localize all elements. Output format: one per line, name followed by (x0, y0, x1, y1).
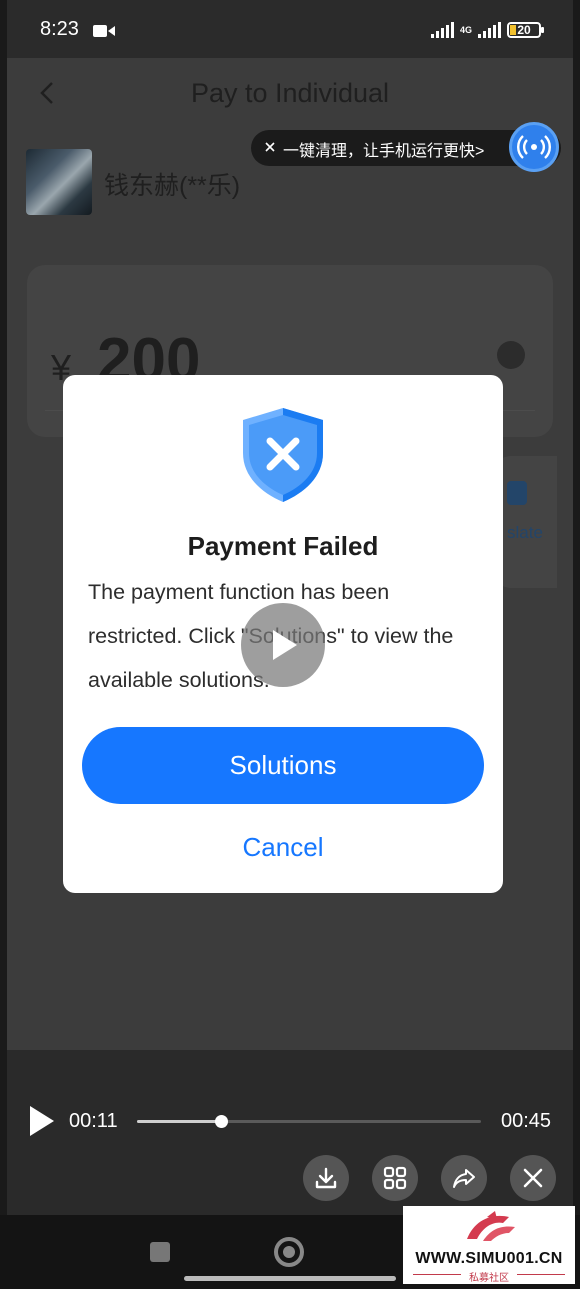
network-type: 4G (459, 24, 472, 35)
solutions-button[interactable]: Solutions (82, 727, 484, 804)
payee-name: 钱东赫(**乐) (104, 172, 241, 200)
total-time: 00:45 (501, 1110, 552, 1132)
video-play-button[interactable] (241, 603, 325, 687)
battery-level: 20 (517, 23, 531, 37)
cancel-button[interactable]: Cancel (63, 832, 503, 863)
video-camera-icon (93, 25, 115, 37)
grid-button[interactable] (372, 1155, 418, 1201)
shield-error-icon (243, 408, 323, 502)
cleaner-text: 一键清理，让手机运行更快> (283, 143, 485, 160)
watermark-text: WWW.SIMU001.CN (415, 1250, 563, 1267)
close-button[interactable] (510, 1155, 556, 1201)
progress-fill (137, 1120, 221, 1123)
download-icon (315, 1167, 337, 1189)
status-bar: 8:23 4G 20 (7, 0, 573, 58)
wifi-broadcast-icon (517, 135, 551, 159)
cleaner-wifi-button[interactable] (509, 122, 559, 172)
signal-icon (430, 22, 454, 38)
current-time: 00:11 (69, 1110, 118, 1132)
download-button[interactable] (303, 1155, 349, 1201)
grid-icon (383, 1166, 407, 1190)
status-icons: 4G 20 (430, 18, 544, 42)
share-button[interactable] (441, 1155, 487, 1201)
translate-label: slate (507, 523, 543, 542)
signal-icon-2 (478, 22, 501, 38)
progress-thumb[interactable] (214, 1115, 228, 1128)
watermark-logo (467, 1211, 515, 1241)
status-time: 8:23 (40, 18, 79, 40)
battery-icon: 20 (507, 22, 544, 38)
home-button[interactable] (274, 1237, 304, 1267)
video-player-controls: 00:11 00:45 (7, 1050, 573, 1215)
watermark-subtitle: 私募社区 (469, 1273, 509, 1284)
play-icon[interactable] (28, 1104, 56, 1138)
play-icon (273, 630, 297, 660)
payee-avatar (26, 149, 92, 215)
gesture-bar[interactable] (184, 1276, 396, 1281)
dialog-title: Payment Failed (187, 531, 379, 561)
close-icon (523, 1168, 543, 1188)
translate-icon (507, 481, 527, 505)
close-icon[interactable] (262, 139, 278, 155)
recent-apps-button[interactable] (150, 1242, 170, 1262)
page-title: Pay to Individual (190, 78, 390, 108)
watermark: WWW.SIMU001.CN 私募社区 (403, 1206, 575, 1284)
progress-track[interactable] (137, 1115, 481, 1128)
share-arrow-icon (453, 1169, 475, 1188)
clear-amount-icon[interactable] (497, 341, 525, 369)
